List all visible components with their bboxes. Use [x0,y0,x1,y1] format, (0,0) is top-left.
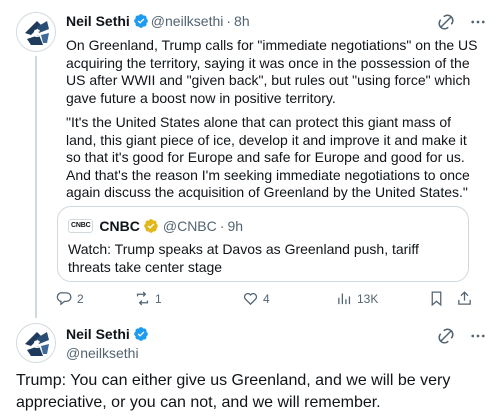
views-icon [338,293,351,305]
quoted-timestamp: 9h [227,218,244,234]
tweet-header: Neil Sethi @neilksethi [66,326,149,361]
author-handle[interactable]: @neilksethi [66,345,149,361]
more-icon[interactable] [469,327,487,345]
avatar[interactable]: S [16,323,56,363]
thread-line [35,56,37,318]
quoted-tweet-text: Watch: Trump speaks at Davos as Greenlan… [68,241,419,275]
quoted-author-handle: @CNBC [162,218,217,234]
author-name[interactable]: Neil Sethi [66,13,130,29]
like-count: 4 [263,291,270,306]
gold-verified-badge-icon [144,219,158,233]
tweet-header: Neil Sethi @neilksethi · 8h [66,13,250,29]
tweet-actions-bar: 2 1 4 13K [56,290,476,308]
separator: · [219,218,225,234]
quoted-tweet-header: CNBC CNBC @CNBC · 9h [68,218,243,234]
like-icon [243,292,258,306]
avatar-logo: S [17,13,55,51]
separator: · [226,13,232,29]
quoted-tweet-card[interactable]: CNBC CNBC @CNBC · 9h Watch: Trump speaks… [57,206,469,282]
avatar-logo: S [17,324,55,362]
views-count: 13K [357,291,379,306]
avatar[interactable]: S [16,12,56,52]
repost-icon [136,291,149,306]
svg-text:S: S [33,339,40,351]
share-button[interactable] [456,290,473,307]
reply-count: 2 [77,291,84,306]
tweet-text-paragraph-2: "It's the United States alone that can p… [66,114,470,200]
more-icon[interactable] [469,13,487,31]
bookmark-button[interactable] [428,290,445,307]
repost-button[interactable]: 1 [134,290,162,307]
views-button[interactable]: 13K [336,290,378,307]
timestamp[interactable]: 8h [234,13,250,29]
reply-icon [56,292,72,306]
share-icon [458,291,471,305]
tweet-text-paragraph-1: On Greenland, Trump calls for "immediate… [66,37,478,106]
repost-count: 1 [155,291,162,306]
reply-button[interactable]: 2 [56,290,84,307]
like-button[interactable]: 4 [242,290,270,307]
tweet-text: Trump: You can either give us Greenland,… [16,372,451,411]
grok-icon[interactable] [437,13,455,31]
svg-text:S: S [33,28,40,40]
grok-icon[interactable] [437,327,455,345]
verified-badge-icon [133,327,148,341]
cnbc-logo-avatar: CNBC [68,219,94,233]
header-actions [437,327,487,345]
author-handle[interactable]: @neilksethi [151,13,224,29]
verified-badge-icon [133,14,148,28]
quoted-author-name: CNBC [99,218,140,234]
bookmark-icon [431,291,442,307]
author-name[interactable]: Neil Sethi [66,326,130,342]
header-actions [437,13,487,31]
tweet-1[interactable]: S Neil Sethi @neilksethi · 8h On Greenla… [0,0,496,318]
